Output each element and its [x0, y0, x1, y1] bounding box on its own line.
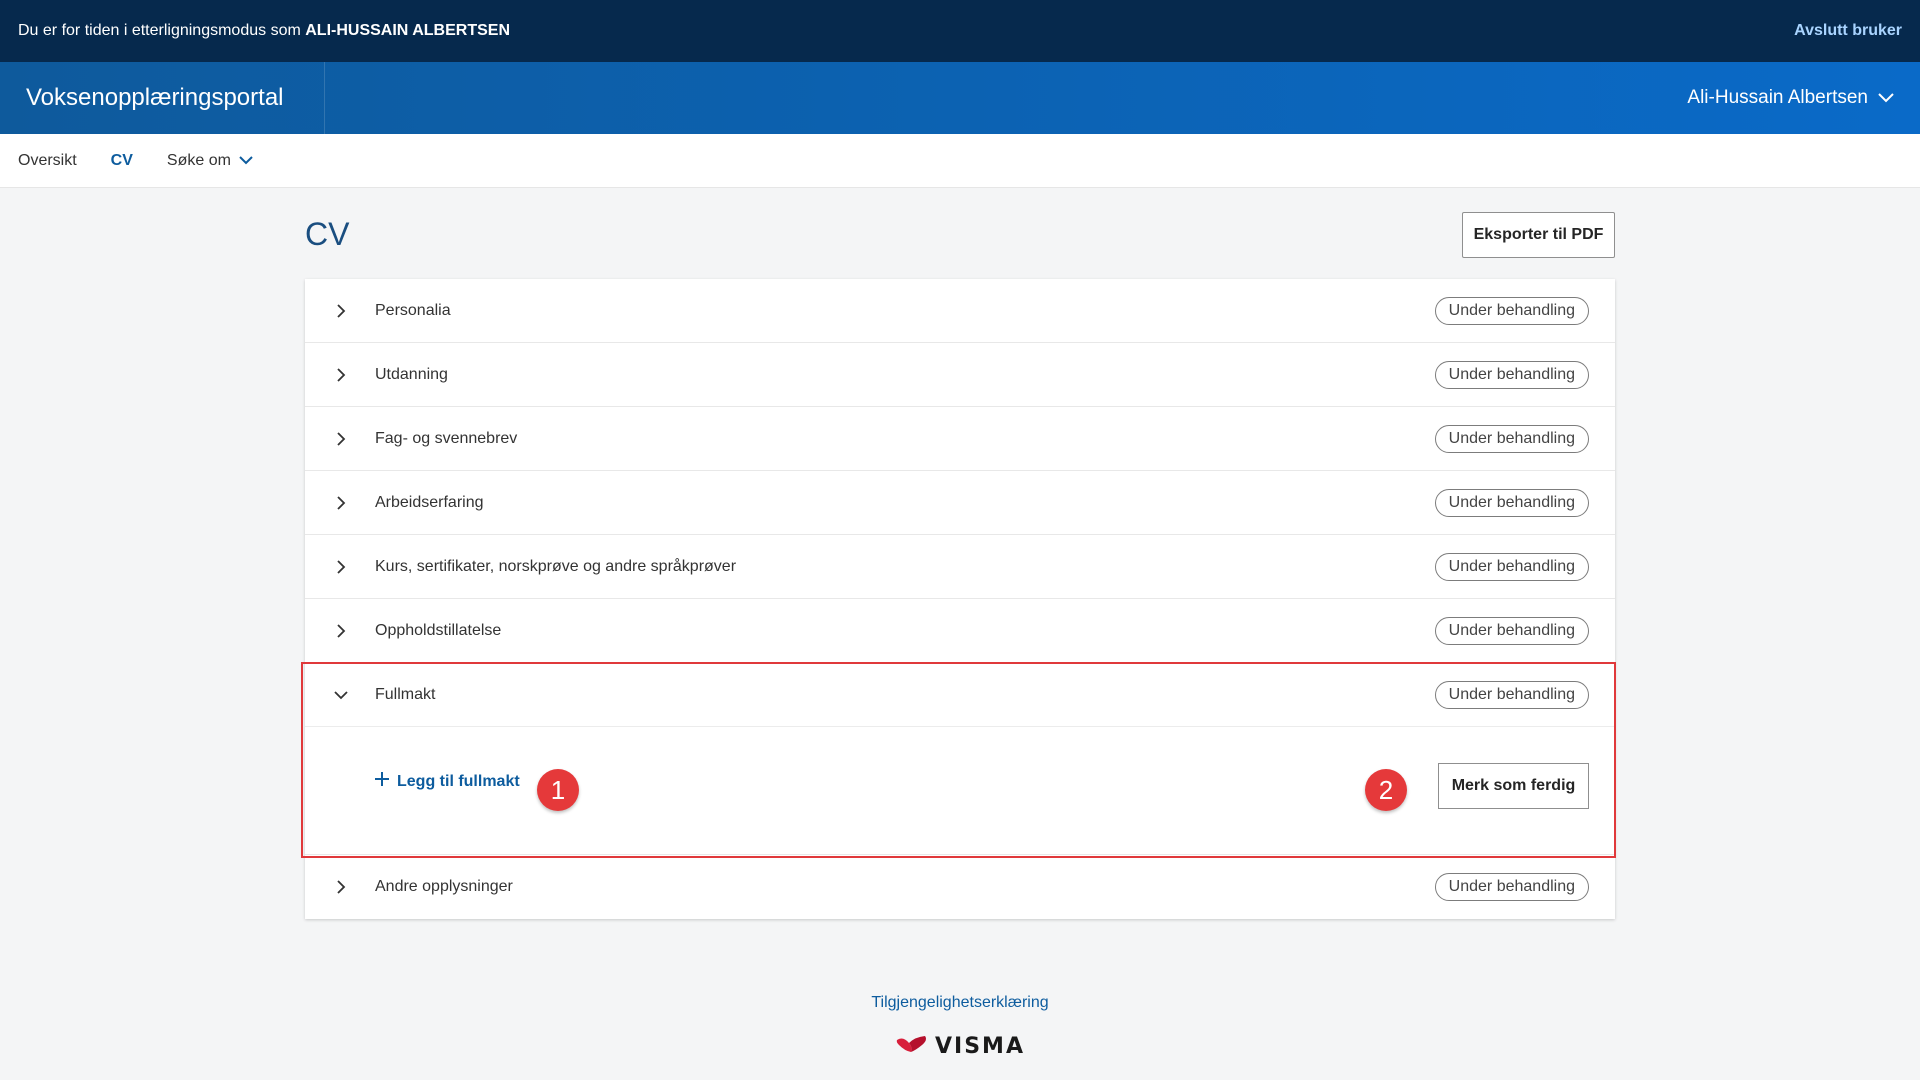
status-badge: Under behandling: [1434, 296, 1589, 325]
section-row-andre-opplysninger[interactable]: Andre opplysninger Under behandling: [305, 855, 1615, 919]
section-row-kurs-sertifikater[interactable]: Kurs, sertifikater, norskprøve og andre …: [305, 535, 1615, 599]
accessibility-statement-link[interactable]: Tilgjengelighetserklæring: [0, 994, 1920, 1012]
section-row-arbeidserfaring[interactable]: Arbeidserfaring Under behandling: [305, 471, 1615, 535]
impersonation-text: Du er for tiden i etterligningsmodus som…: [18, 22, 510, 40]
section-label: Andre opplysninger: [375, 878, 513, 895]
nav-item-soke-om-label: Søke om: [166, 151, 231, 169]
sub-navigation: Oversikt CV Søke om: [0, 134, 1920, 188]
section-fullmakt-expanded: Fullmakt Under behandling Legg til fullm…: [305, 663, 1615, 855]
user-menu-name: Ali-Hussain Albertsen: [1687, 87, 1868, 108]
cv-sections-panel: Personalia Under behandling Utdanning Un…: [305, 279, 1615, 919]
status-badge: Under behandling: [1434, 488, 1589, 517]
section-row-oppholdstillatelse[interactable]: Oppholdstillatelse Under behandling: [305, 599, 1615, 663]
chevron-right-icon: [327, 297, 355, 325]
chevron-right-icon: [327, 425, 355, 453]
chevron-down-icon: [239, 152, 253, 170]
annotation-callout-2: 2: [1365, 769, 1407, 811]
status-badge: Under behandling: [1434, 680, 1589, 709]
section-row-fullmakt[interactable]: Fullmakt Under behandling: [305, 663, 1615, 727]
status-badge: Under behandling: [1434, 616, 1589, 645]
section-label: Arbeidserfaring: [375, 493, 484, 511]
plus-icon: [375, 772, 389, 791]
section-row-personalia[interactable]: Personalia Under behandling: [305, 279, 1615, 343]
user-menu[interactable]: Ali-Hussain Albertsen: [1687, 87, 1920, 109]
nav-item-cv[interactable]: CV: [111, 152, 133, 170]
app-title[interactable]: Voksenopplæringsportal: [0, 62, 325, 134]
end-impersonation-link[interactable]: Avslutt bruker: [1794, 22, 1902, 40]
visma-logo-icon: [895, 1034, 929, 1059]
status-badge: Under behandling: [1434, 552, 1589, 581]
section-label: Utdanning: [375, 365, 448, 383]
status-badge: Under behandling: [1434, 360, 1589, 389]
chevron-right-icon: [327, 553, 355, 581]
section-label: Kurs, sertifikater, norskprøve og andre …: [375, 557, 737, 575]
chevron-right-icon: [327, 873, 355, 901]
accessibility-statement-label: Tilgjengelighetserklæring: [871, 994, 1049, 1011]
fullmakt-body: Legg til fullmakt Merk som ferdig: [305, 727, 1615, 854]
chevron-down-icon: [1878, 87, 1894, 109]
section-label: Fullmakt: [375, 685, 436, 703]
mark-as-done-button[interactable]: Merk som ferdig: [1438, 763, 1589, 809]
impersonated-user-name: ALI-HUSSAIN ALBERTSEN: [305, 22, 510, 39]
chevron-right-icon: [327, 361, 355, 389]
add-fullmakt-link[interactable]: Legg til fullmakt: [375, 772, 520, 791]
impersonation-bar: Du er for tiden i etterligningsmodus som…: [0, 0, 1920, 62]
status-badge: Under behandling: [1434, 424, 1589, 453]
export-pdf-button[interactable]: Eksporter til PDF: [1462, 212, 1615, 258]
page-title: CV: [305, 216, 350, 252]
chevron-right-icon: [327, 617, 355, 645]
add-fullmakt-label: Legg til fullmakt: [397, 772, 520, 790]
section-label: Personalia: [375, 301, 451, 319]
impersonation-prefix: Du er for tiden i etterligningsmodus som: [18, 22, 306, 39]
visma-logo: VISMA: [0, 1034, 1920, 1059]
chevron-right-icon: [327, 489, 355, 517]
nav-item-oversikt[interactable]: Oversikt: [18, 152, 77, 170]
nav-item-soke-om[interactable]: Søke om: [167, 152, 253, 170]
section-label: Oppholdstillatelse: [375, 621, 502, 639]
app-header: Voksenopplæringsportal Ali-Hussain Alber…: [0, 62, 1920, 134]
visma-logo-text: VISMA: [935, 1034, 1025, 1059]
annotation-callout-1: 1: [537, 769, 579, 811]
section-row-fag-og-svennebrev[interactable]: Fag- og svennebrev Under behandling: [305, 407, 1615, 471]
section-row-utdanning[interactable]: Utdanning Under behandling: [305, 343, 1615, 407]
section-label: Fag- og svennebrev: [375, 429, 518, 447]
status-badge: Under behandling: [1434, 873, 1589, 901]
chevron-down-icon: [327, 681, 355, 709]
